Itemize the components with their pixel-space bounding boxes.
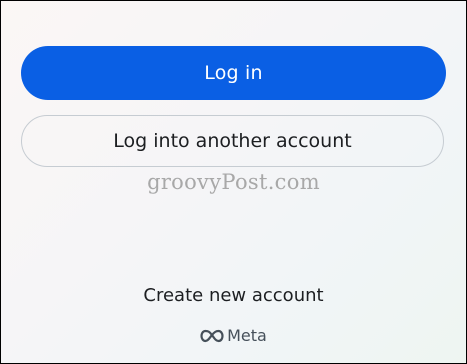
meta-label: Meta (227, 326, 267, 345)
watermark-text: groovyPost.com (147, 170, 320, 194)
log-in-button[interactable]: Log in (21, 46, 446, 100)
meta-branding: Meta (0, 326, 467, 345)
log-into-another-account-button[interactable]: Log into another account (21, 115, 444, 167)
meta-infinity-icon (200, 329, 224, 343)
create-new-account-link[interactable]: Create new account (0, 285, 467, 306)
